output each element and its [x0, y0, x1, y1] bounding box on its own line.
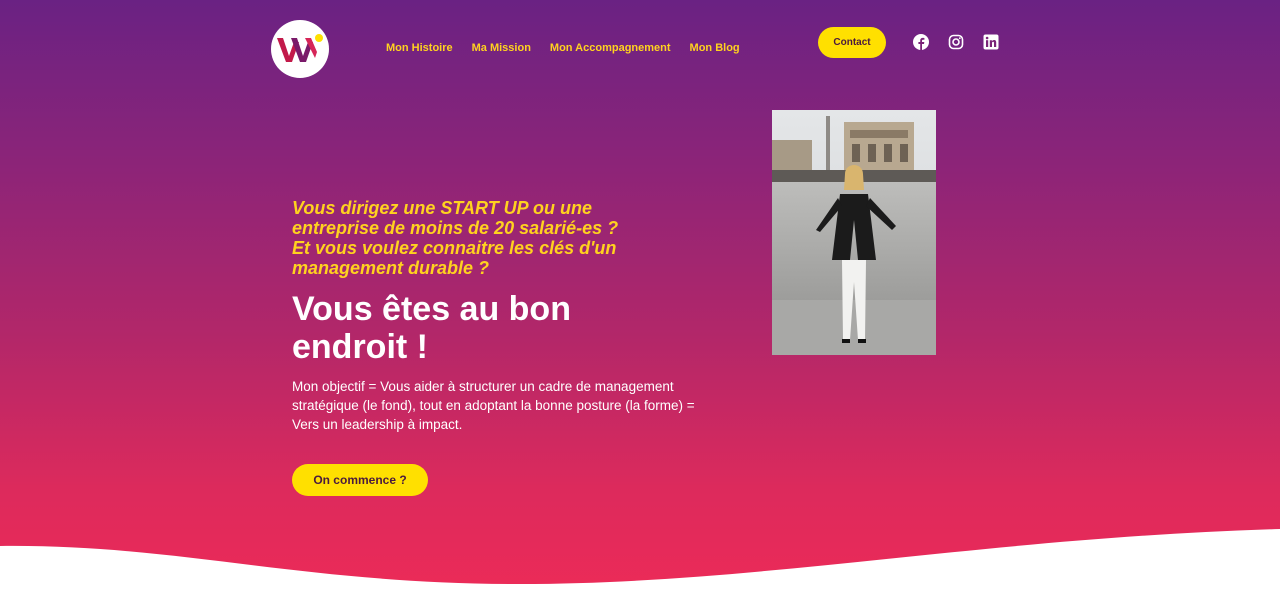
kicker-line: Et vous voulez connaitre les clés d'un	[292, 238, 617, 258]
portrait-photo	[772, 110, 936, 355]
ww-logo-icon	[277, 34, 323, 62]
nav-mon-blog[interactable]: Mon Blog	[690, 40, 740, 56]
nav-mon-histoire[interactable]: Mon Histoire	[386, 40, 453, 56]
linkedin-icon[interactable]	[983, 34, 999, 50]
nav-mon-accompagnement[interactable]: Mon Accompagnement	[550, 40, 671, 56]
instagram-icon[interactable]	[948, 34, 964, 50]
contact-button[interactable]: Contact	[818, 27, 886, 58]
social-links	[913, 34, 999, 50]
kicker-line: entreprise de moins de 20 salarié-es ?	[292, 218, 619, 238]
kicker-line: Vous dirigez une START UP ou une	[292, 198, 593, 218]
start-cta-button[interactable]: On commence ?	[292, 464, 428, 496]
site-logo[interactable]	[271, 20, 329, 78]
headline-line: Vous êtes au bon	[292, 290, 571, 328]
hero-headline: Vous êtes au bon endroit !	[292, 290, 692, 366]
headline-line: endroit !	[292, 328, 428, 366]
nav-ma-mission[interactable]: Ma Mission	[472, 40, 531, 56]
main-nav: Mon Histoire Ma Mission Mon Accompagneme…	[386, 40, 740, 56]
wave-divider	[0, 529, 1280, 614]
hero-description: Mon objectif = Vous aider à structurer u…	[292, 379, 695, 432]
facebook-icon[interactable]	[913, 34, 929, 50]
kicker-line: management durable ?	[292, 258, 490, 278]
hero-kicker: Vous dirigez une START UP ou une entrepr…	[292, 198, 692, 278]
